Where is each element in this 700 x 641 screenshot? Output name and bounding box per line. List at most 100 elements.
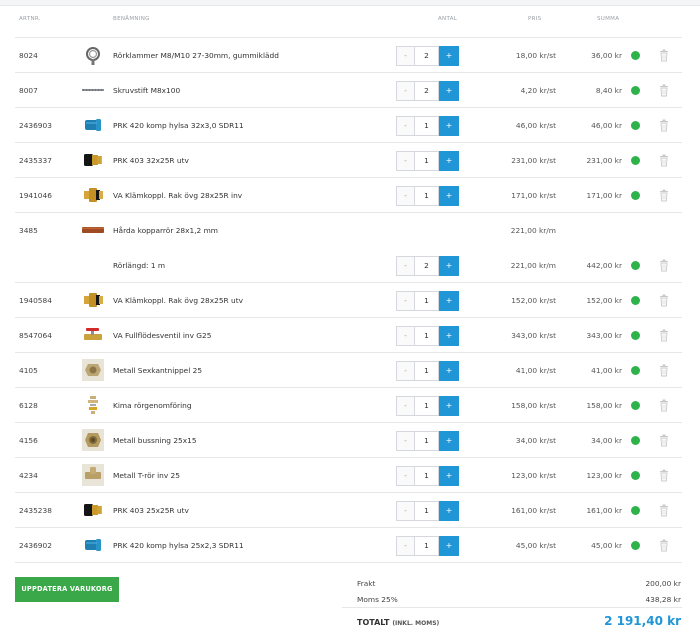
article-number: 4105 — [19, 366, 38, 375]
increase-quantity-button[interactable]: + — [439, 186, 459, 206]
product-name[interactable]: PRK 420 komp hylsa 25x2,3 SDR11 — [113, 528, 244, 563]
trash-icon[interactable] — [659, 84, 669, 97]
increase-quantity-button[interactable]: + — [439, 466, 459, 486]
quantity-input[interactable]: 1 — [414, 361, 439, 381]
quantity-stepper[interactable]: - 1 + — [396, 501, 459, 521]
quantity-stepper[interactable]: - 2 + — [396, 46, 459, 66]
unit-price: 161,00 kr/st — [511, 506, 556, 515]
quantity-input[interactable]: 1 — [414, 326, 439, 346]
product-name[interactable]: VA Klämkoppl. Rak övg 28x25R inv — [113, 178, 242, 213]
product-name[interactable]: Kima rörgenomföring — [113, 388, 192, 423]
decrease-quantity-button[interactable]: - — [396, 81, 414, 101]
increase-quantity-button[interactable]: + — [439, 46, 459, 66]
cart-row: 2435337 PRK 403 32x25R utv - 1 + 231,00 k… — [15, 143, 682, 178]
trash-icon[interactable] — [659, 154, 669, 167]
quantity-input[interactable]: 1 — [414, 396, 439, 416]
increase-quantity-button[interactable]: + — [439, 501, 459, 521]
quantity-input[interactable]: 1 — [414, 116, 439, 136]
trash-icon[interactable] — [659, 329, 669, 342]
quantity-input[interactable]: 1 — [414, 291, 439, 311]
update-cart-button[interactable]: UPPDATERA VARUKORG — [15, 577, 119, 602]
trash-icon[interactable] — [659, 119, 669, 132]
decrease-quantity-button[interactable]: - — [396, 326, 414, 346]
in-stock-indicator — [631, 506, 640, 515]
product-name[interactable]: VA Fullflödesventil inv G25 — [113, 318, 211, 353]
decrease-quantity-button[interactable]: - — [396, 46, 414, 66]
threaded-rod-icon — [82, 79, 104, 101]
decrease-quantity-button[interactable]: - — [396, 361, 414, 381]
increase-quantity-button[interactable]: + — [439, 151, 459, 171]
quantity-stepper[interactable]: - 1 + — [396, 466, 459, 486]
product-name[interactable]: PRK 420 komp hylsa 32x3,0 SDR11 — [113, 108, 244, 143]
trash-icon[interactable] — [659, 49, 669, 62]
quantity-input[interactable]: 1 — [414, 466, 439, 486]
product-name[interactable]: Metall T-rör inv 25 — [113, 458, 180, 493]
decrease-quantity-button[interactable]: - — [396, 116, 414, 136]
product-name[interactable]: PRK 403 32x25R utv — [113, 143, 189, 178]
decrease-quantity-button[interactable]: - — [396, 151, 414, 171]
increase-quantity-button[interactable]: + — [439, 431, 459, 451]
cart-row: 8024 Rörklammer M8/M10 27-30mm, gummikläd… — [15, 38, 682, 73]
trash-icon[interactable] — [659, 504, 669, 517]
quantity-stepper[interactable]: - 2 + — [396, 81, 459, 101]
quantity-input[interactable]: 1 — [414, 186, 439, 206]
quantity-stepper[interactable]: - 1 + — [396, 291, 459, 311]
trash-icon[interactable] — [659, 539, 669, 552]
header-qty: ANTAL — [438, 16, 458, 22]
quantity-input[interactable]: 2 — [414, 46, 439, 66]
decrease-quantity-button[interactable]: - — [396, 291, 414, 311]
quantity-input[interactable]: 1 — [414, 536, 439, 556]
trash-icon[interactable] — [659, 434, 669, 447]
trash-icon[interactable] — [659, 294, 669, 307]
quantity-stepper[interactable]: - 1 + — [396, 186, 459, 206]
decrease-quantity-button[interactable]: - — [396, 501, 414, 521]
trash-icon[interactable] — [659, 189, 669, 202]
trash-icon[interactable] — [659, 364, 669, 377]
quantity-stepper[interactable]: - 2 + — [396, 256, 459, 276]
decrease-quantity-button[interactable]: - — [396, 431, 414, 451]
product-name[interactable]: Metall Sexkantnippel 25 — [113, 353, 202, 388]
decrease-quantity-button[interactable]: - — [396, 256, 414, 276]
quantity-stepper[interactable]: - 1 + — [396, 326, 459, 346]
quantity-input[interactable]: 2 — [414, 256, 439, 276]
increase-quantity-button[interactable]: + — [439, 361, 459, 381]
unit-price: 46,00 kr/st — [515, 121, 556, 130]
cart-row: 1941046 VA Klämkoppl. Rak övg 28x25R inv … — [15, 178, 682, 213]
quantity-stepper[interactable]: - 1 + — [396, 431, 459, 451]
trash-icon[interactable] — [659, 399, 669, 412]
trash-icon[interactable] — [659, 469, 669, 482]
quantity-stepper[interactable]: - 1 + — [396, 361, 459, 381]
quantity-stepper[interactable]: - 1 + — [396, 396, 459, 416]
quantity-input[interactable]: 2 — [414, 81, 439, 101]
quantity-stepper[interactable]: - 1 + — [396, 116, 459, 136]
product-name[interactable]: Hårda kopparrör 28x1,2 mm — [113, 213, 218, 248]
copper-pipe-icon — [82, 219, 104, 241]
increase-quantity-button[interactable]: + — [439, 116, 459, 136]
product-name[interactable]: VA Klämkoppl. Rak övg 28x25R utv — [113, 283, 243, 318]
product-name[interactable]: Rörklammer M8/M10 27-30mm, gummiklädd — [113, 38, 279, 73]
quantity-input[interactable]: 1 — [414, 151, 439, 171]
product-name[interactable]: Metall bussning 25x15 — [113, 423, 197, 458]
shipping-value: 200,00 kr — [645, 579, 681, 588]
increase-quantity-button[interactable]: + — [439, 291, 459, 311]
product-name[interactable]: PRK 403 25x25R utv — [113, 493, 189, 528]
decrease-quantity-button[interactable]: - — [396, 396, 414, 416]
quantity-stepper[interactable]: - 1 + — [396, 151, 459, 171]
decrease-quantity-button[interactable]: - — [396, 536, 414, 556]
product-name[interactable]: Skruvstift M8x100 — [113, 73, 180, 108]
increase-quantity-button[interactable]: + — [439, 326, 459, 346]
fitting-icon — [82, 499, 104, 521]
quantity-input[interactable]: 1 — [414, 431, 439, 451]
line-total: 161,00 kr — [586, 506, 622, 515]
article-number: 6128 — [19, 401, 38, 410]
increase-quantity-button[interactable]: + — [439, 81, 459, 101]
increase-quantity-button[interactable]: + — [439, 396, 459, 416]
quantity-input[interactable]: 1 — [414, 501, 439, 521]
decrease-quantity-button[interactable]: - — [396, 466, 414, 486]
coupling-icon — [82, 289, 104, 311]
trash-icon[interactable] — [659, 259, 669, 272]
decrease-quantity-button[interactable]: - — [396, 186, 414, 206]
increase-quantity-button[interactable]: + — [439, 256, 459, 276]
quantity-stepper[interactable]: - 1 + — [396, 536, 459, 556]
increase-quantity-button[interactable]: + — [439, 536, 459, 556]
